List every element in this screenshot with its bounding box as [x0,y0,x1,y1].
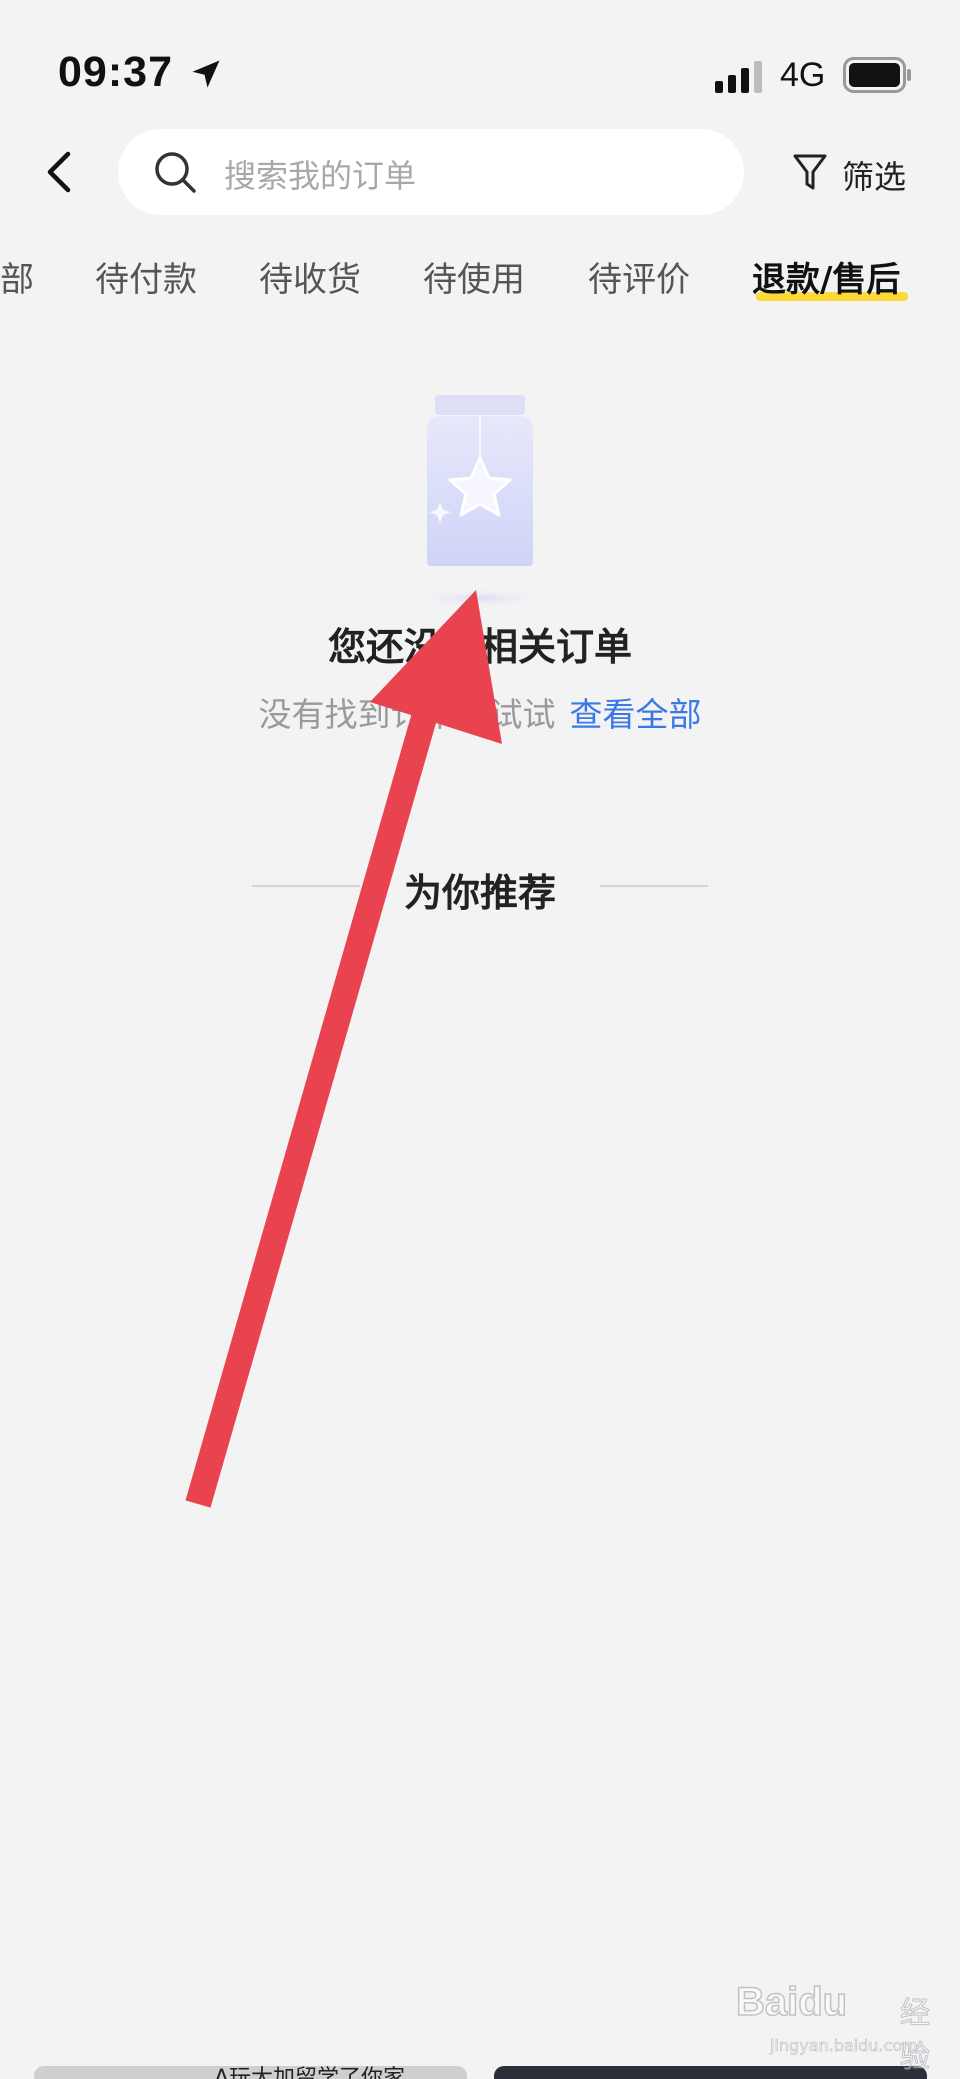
product-card[interactable]: A玩大加留学了你家 [34,2066,467,2079]
tab-pending-payment[interactable]: 待付款 [95,252,197,301]
filter-button[interactable]: 筛选 [790,148,920,198]
divider-right [600,885,708,887]
view-all-link[interactable]: 查看全部 [570,695,702,734]
search-icon [155,152,196,193]
recommend-section: 为你推荐 [252,858,708,915]
watermark-text: 经验 [900,1996,931,2076]
empty-jar-star-icon [410,395,550,608]
empty-state-title: 您还没有相关订单 [327,625,632,669]
order-status-tabs: 部 待付款 待收货 待使用 待评价 退款/售后 [0,240,960,310]
product-card-caption: A玩大加留学了你家 [214,2066,406,2079]
tab-pending-review[interactable]: 待评价 [588,252,690,301]
filter-funnel-icon [793,154,827,190]
cellular-signal-icon [715,61,762,93]
baidu-jingyan-watermark: Baidu 经验 jingyan.baidu.com [730,1972,950,2075]
tab-all[interactable]: 部 [0,252,34,301]
status-time: 09:37 [58,48,173,96]
status-bar: 09:37 4G [0,0,960,120]
network-type: 4G [780,56,826,94]
location-arrow-icon [192,60,220,88]
search-placeholder: 搜索我的订单 [224,157,417,195]
tab-refund-aftersale[interactable]: 退款/售后 [752,252,900,301]
back-arrow-icon[interactable] [38,148,82,196]
red-annotation-arrow [185,590,502,1508]
recommend-title: 为你推荐 [403,871,556,915]
battery-icon [843,57,911,93]
empty-state-hint-text: 没有找到订单？试试 [258,695,556,734]
tab-pending-receipt[interactable]: 待收货 [259,252,361,301]
empty-state-hint: 没有找到订单？试试 查看全部 [0,688,960,736]
watermark-logo: Baidu [735,1979,848,2025]
watermark-url: jingyan.baidu.com [770,2036,918,2056]
filter-label: 筛选 [842,158,907,196]
tab-pending-use[interactable]: 待使用 [423,252,525,301]
search-input[interactable]: 搜索我的订单 [118,129,744,215]
